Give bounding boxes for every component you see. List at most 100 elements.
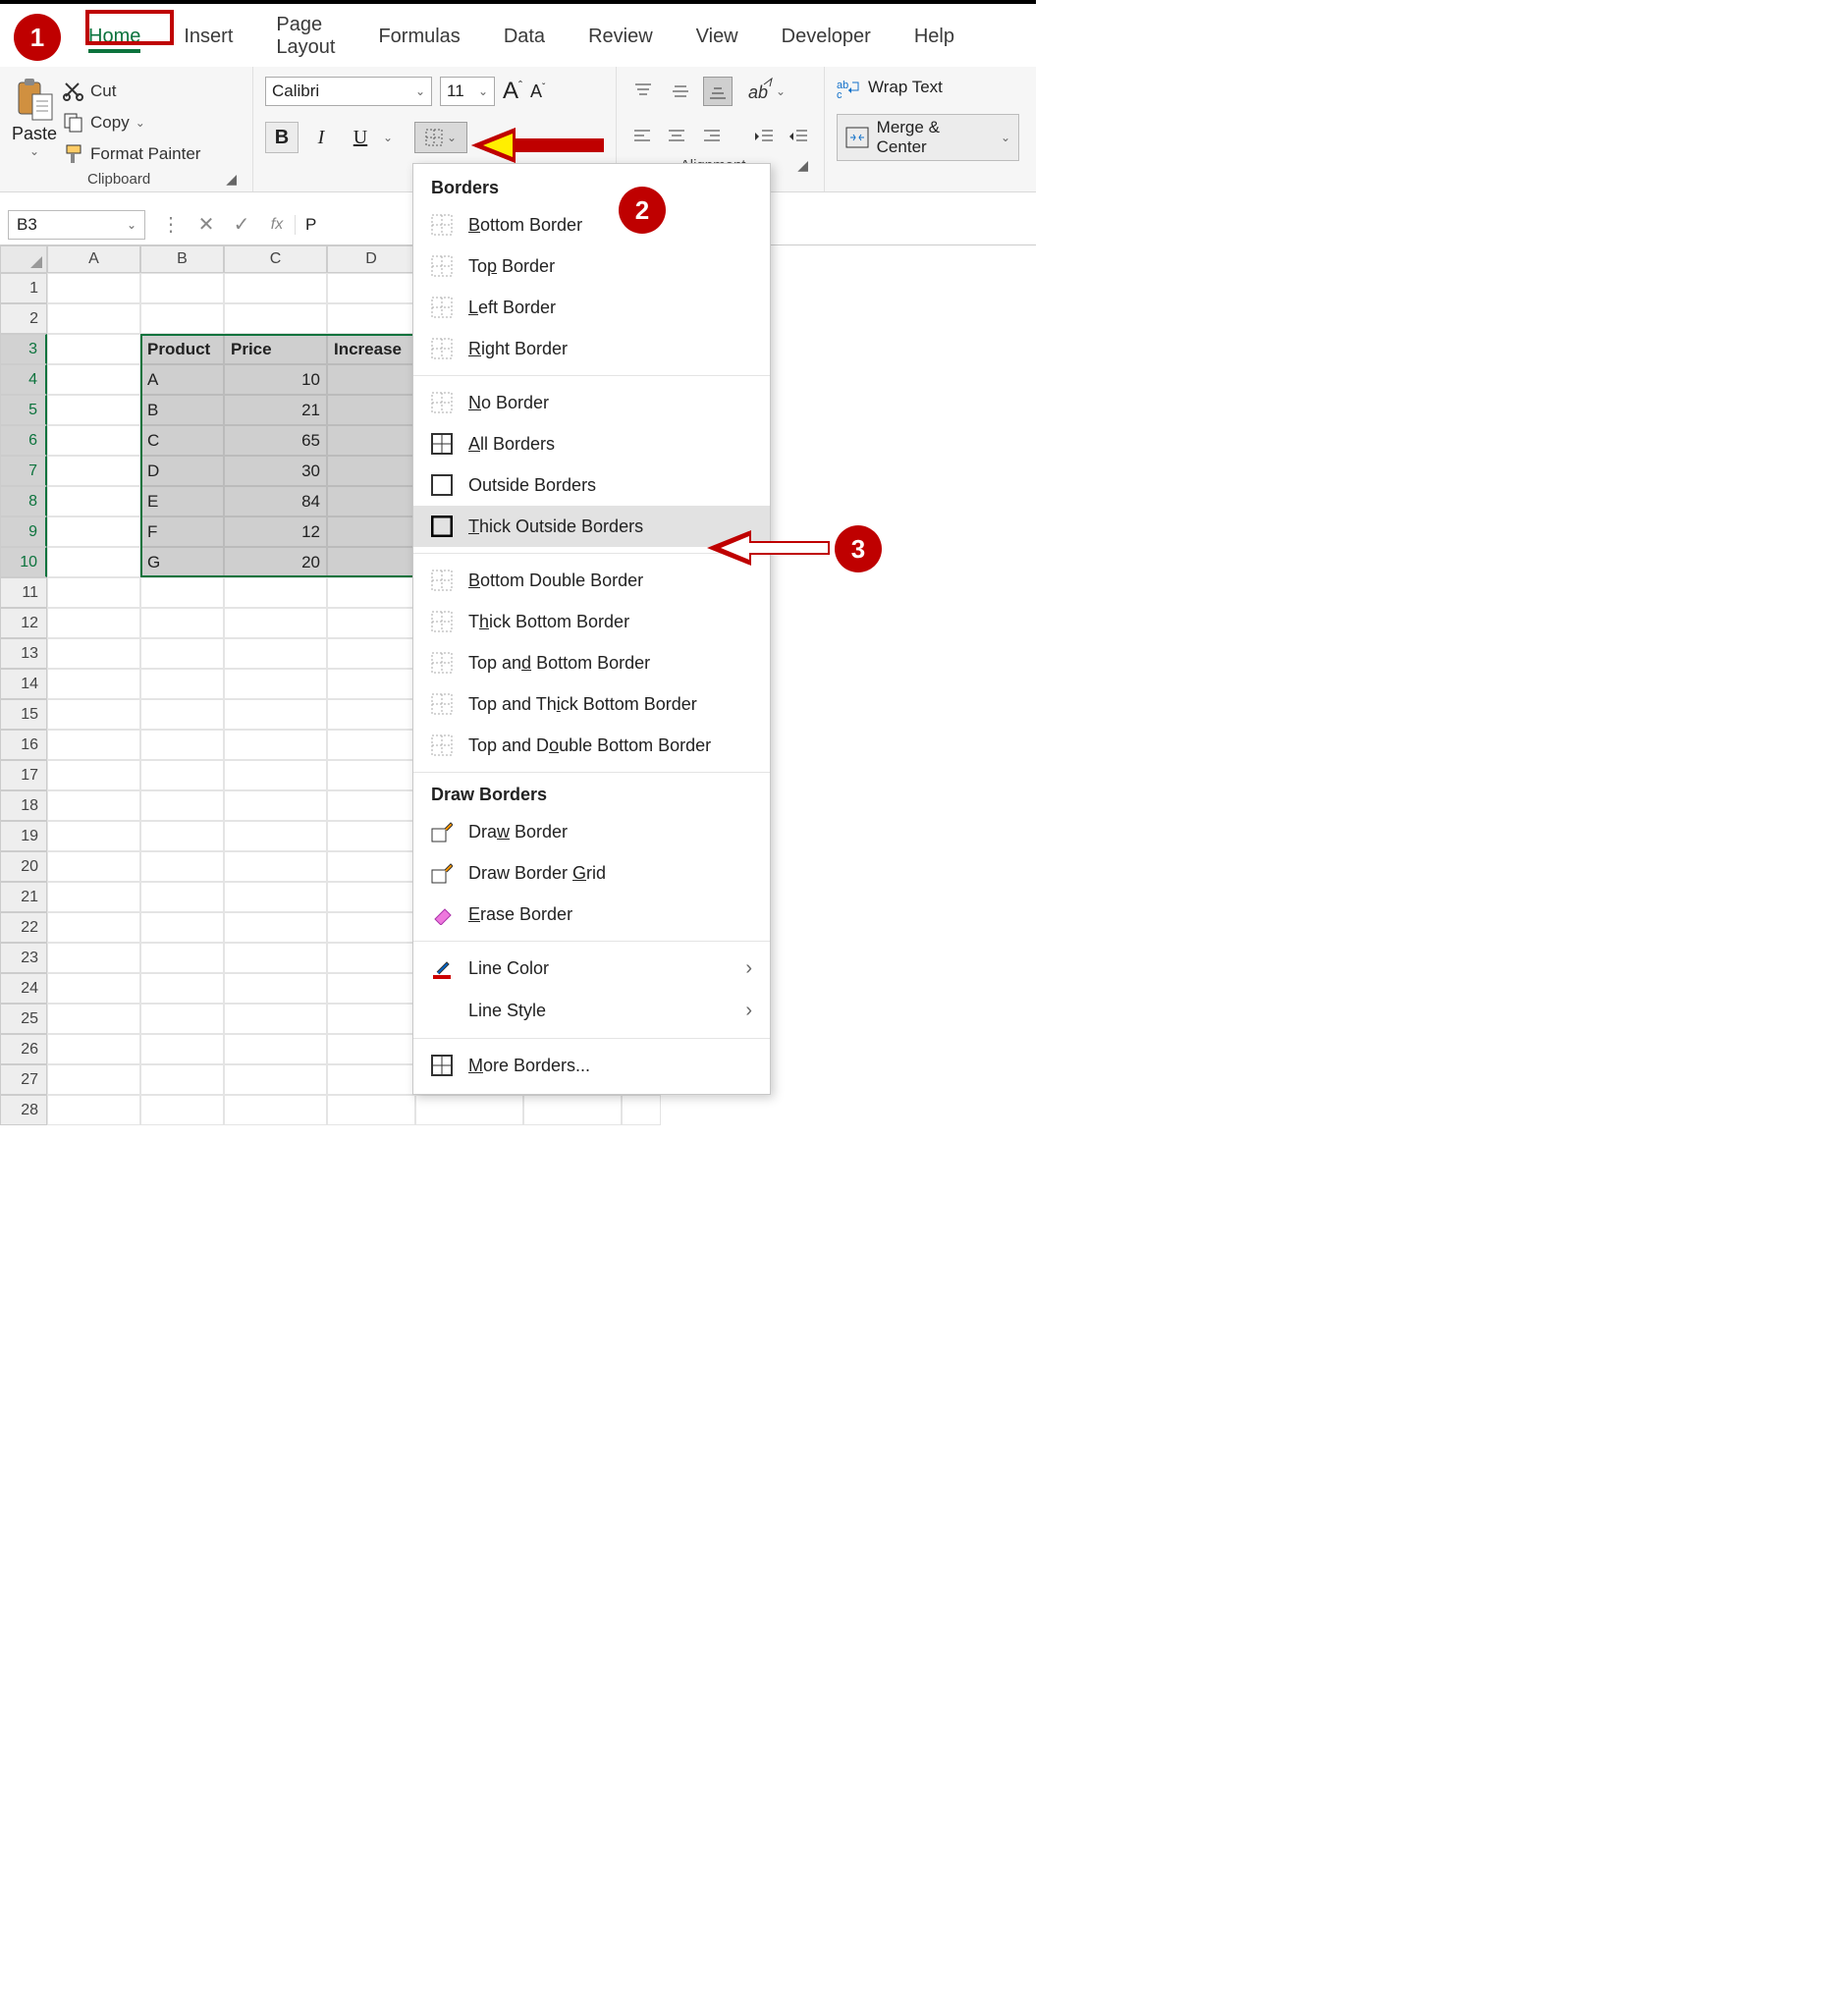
tab-help[interactable]: Help	[914, 26, 954, 48]
wrap-text-button[interactable]: abc Wrap Text	[837, 77, 1019, 98]
row-header[interactable]: 24	[0, 973, 47, 1004]
cell[interactable]	[327, 730, 415, 760]
cell[interactable]: 20	[224, 547, 327, 577]
row-header[interactable]: 7	[0, 456, 47, 486]
row-header[interactable]: 6	[0, 425, 47, 456]
cell[interactable]	[140, 851, 224, 882]
cell[interactable]	[224, 1004, 327, 1034]
row-header[interactable]: 22	[0, 912, 47, 943]
cell[interactable]	[47, 608, 140, 638]
row-header[interactable]: 21	[0, 882, 47, 912]
cell[interactable]	[47, 821, 140, 851]
dd-item-all-borders[interactable]: All Borders	[413, 423, 770, 464]
cell[interactable]	[47, 486, 140, 516]
font-size-select[interactable]: 11⌄	[440, 77, 495, 106]
cell[interactable]: Increase	[327, 334, 415, 364]
align-right-button[interactable]	[698, 122, 726, 151]
cell[interactable]	[327, 425, 415, 456]
cell[interactable]	[327, 760, 415, 790]
cell[interactable]	[327, 608, 415, 638]
row-header[interactable]: 3	[0, 334, 47, 364]
decrease-font-button[interactable]: Aˇ	[530, 82, 545, 102]
cell[interactable]: Product	[140, 334, 224, 364]
cut-button[interactable]: Cut	[63, 81, 200, 102]
cell[interactable]	[327, 790, 415, 821]
dd-item-bottom-border[interactable]: Bottom Border	[413, 204, 770, 245]
row-header[interactable]: 19	[0, 821, 47, 851]
cell[interactable]	[327, 1004, 415, 1034]
row-header[interactable]: 10	[0, 547, 47, 577]
cell[interactable]	[224, 882, 327, 912]
cell[interactable]	[47, 943, 140, 973]
cell[interactable]	[622, 1095, 661, 1125]
font-name-select[interactable]: Calibri⌄	[265, 77, 432, 106]
cell[interactable]	[140, 577, 224, 608]
italic-button[interactable]: I	[304, 122, 338, 153]
cell[interactable]	[140, 912, 224, 943]
cell[interactable]	[47, 973, 140, 1004]
cell[interactable]: B	[140, 395, 224, 425]
cell[interactable]	[327, 638, 415, 669]
cell[interactable]	[327, 851, 415, 882]
cell[interactable]	[224, 273, 327, 303]
cell[interactable]	[327, 486, 415, 516]
cell[interactable]	[47, 882, 140, 912]
cell[interactable]: G	[140, 547, 224, 577]
cell[interactable]	[327, 943, 415, 973]
cell[interactable]	[47, 364, 140, 395]
tab-insert[interactable]: Insert	[184, 26, 233, 48]
cell[interactable]	[224, 912, 327, 943]
cell[interactable]	[224, 699, 327, 730]
tab-home[interactable]: Home	[88, 26, 140, 48]
row-header[interactable]: 26	[0, 1034, 47, 1064]
cell[interactable]	[140, 669, 224, 699]
row-header[interactable]: 18	[0, 790, 47, 821]
cell[interactable]	[327, 303, 415, 334]
underline-chevron[interactable]: ⌄	[383, 131, 393, 144]
cell[interactable]	[327, 1095, 415, 1125]
cell[interactable]	[47, 669, 140, 699]
dd-item-right-border[interactable]: Right Border	[413, 328, 770, 369]
col-header-B[interactable]: B	[140, 245, 224, 273]
cell[interactable]	[224, 943, 327, 973]
cell[interactable]	[140, 882, 224, 912]
cell[interactable]	[47, 273, 140, 303]
cell[interactable]	[224, 669, 327, 699]
cell[interactable]	[327, 516, 415, 547]
cell[interactable]	[327, 699, 415, 730]
cell[interactable]	[140, 1064, 224, 1095]
dd-item-draw-border[interactable]: Draw Border	[413, 811, 770, 852]
row-header[interactable]: 4	[0, 364, 47, 395]
cell[interactable]	[47, 1004, 140, 1034]
cell[interactable]: A	[140, 364, 224, 395]
cell[interactable]	[47, 1064, 140, 1095]
cell[interactable]	[140, 790, 224, 821]
name-box[interactable]: B3⌄	[8, 210, 145, 240]
cell[interactable]	[415, 1095, 523, 1125]
cell[interactable]	[140, 1095, 224, 1125]
cell[interactable]: 65	[224, 425, 327, 456]
cell[interactable]	[327, 973, 415, 1004]
row-header[interactable]: 23	[0, 943, 47, 973]
formula-handle-icon[interactable]: ⋮	[153, 212, 189, 237]
row-header[interactable]: 15	[0, 699, 47, 730]
tab-formulas[interactable]: Formulas	[378, 26, 460, 48]
fx-button[interactable]: fx	[259, 216, 295, 234]
cell[interactable]	[140, 273, 224, 303]
increase-indent-button[interactable]	[785, 122, 812, 151]
row-header[interactable]: 27	[0, 1064, 47, 1095]
row-header[interactable]: 12	[0, 608, 47, 638]
dd-item-top-border[interactable]: Top Border	[413, 245, 770, 287]
align-middle-button[interactable]	[666, 77, 695, 106]
tab-developer[interactable]: Developer	[782, 26, 871, 48]
cell[interactable]	[47, 303, 140, 334]
cell[interactable]	[47, 456, 140, 486]
cell[interactable]	[47, 334, 140, 364]
col-header-D[interactable]: D	[327, 245, 415, 273]
row-header[interactable]: 13	[0, 638, 47, 669]
cell[interactable]	[327, 395, 415, 425]
cell[interactable]	[327, 821, 415, 851]
row-header[interactable]: 14	[0, 669, 47, 699]
cell[interactable]	[224, 730, 327, 760]
cell[interactable]	[140, 973, 224, 1004]
